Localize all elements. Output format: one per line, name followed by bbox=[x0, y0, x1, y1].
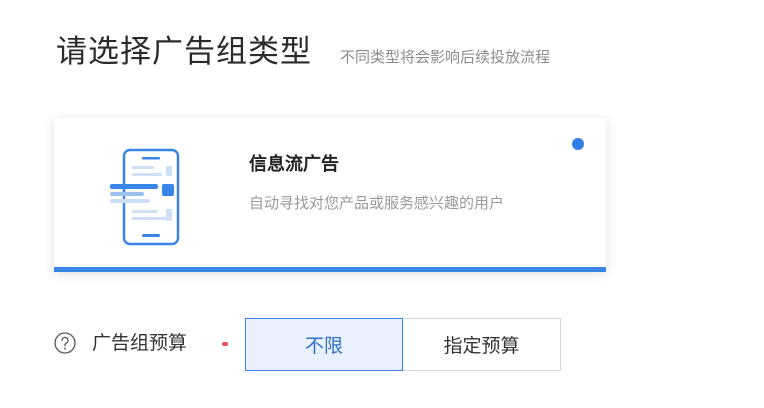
selected-bar bbox=[54, 267, 606, 272]
selected-indicator bbox=[572, 138, 584, 150]
page-header: 请选择广告组类型 不同类型将会影响后续投放流程 bbox=[56, 26, 550, 71]
budget-row: 广告组预算 不限 指定预算 bbox=[54, 318, 614, 398]
page-title: 请选择广告组类型 bbox=[56, 34, 312, 70]
page-subtitle: 不同类型将会影响后续投放流程 bbox=[340, 48, 551, 66]
budget-specified-button[interactable]: 指定预算 bbox=[403, 318, 561, 371]
help-icon[interactable] bbox=[54, 332, 76, 354]
ad-group-panel: 请选择广告组类型 不同类型将会影响后续投放流程 信息流广告 自动寻找对您产品或服… bbox=[0, 0, 764, 408]
ad-type-card-feed[interactable]: 信息流广告 自动寻找对您产品或服务感兴趣的用户 bbox=[54, 118, 606, 272]
budget-label: 广告组预算 bbox=[92, 332, 188, 354]
ad-type-title: 信息流广告 bbox=[249, 154, 339, 175]
budget-unlimited-button[interactable]: 不限 bbox=[245, 318, 403, 371]
phone-feed-icon bbox=[110, 148, 180, 246]
required-mark bbox=[222, 342, 228, 346]
ad-type-description: 自动寻找对您产品或服务感兴趣的用户 bbox=[249, 194, 505, 212]
